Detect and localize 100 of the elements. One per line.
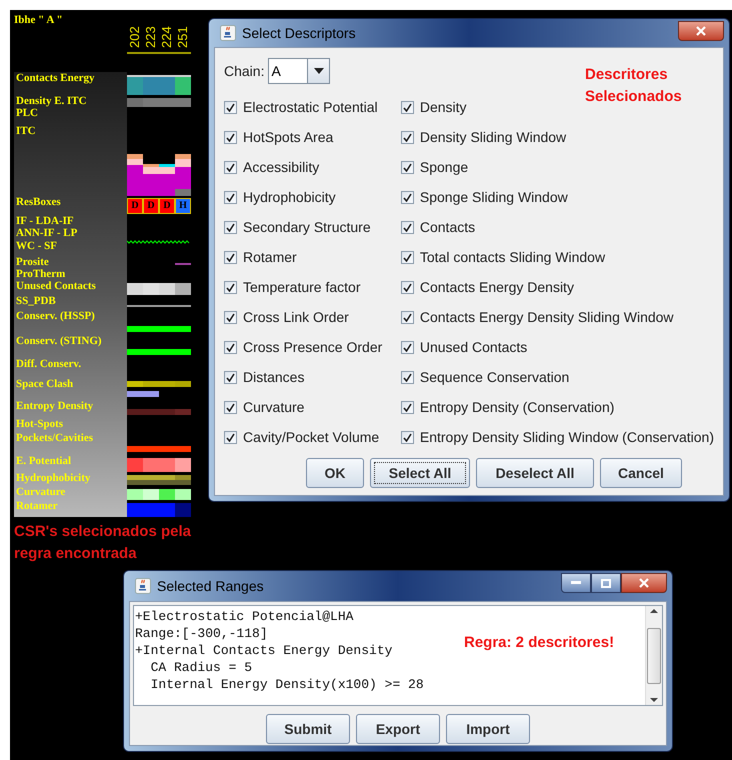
checkbox-label: HotSpots Area (243, 128, 334, 147)
checkbox[interactable] (400, 400, 414, 414)
checkbox[interactable] (224, 310, 237, 324)
close-icon (696, 26, 706, 36)
checkbox-label: Entropy Density (Conservation) (420, 398, 614, 417)
scroll-up-icon (650, 609, 658, 613)
checkbox-label: Entropy Density Sliding Window (Conservation) (420, 428, 714, 447)
close-icon (639, 578, 649, 588)
checkbox-label: Density (420, 98, 467, 117)
checkbox[interactable] (400, 340, 414, 354)
dialog-button[interactable]: Select All (370, 458, 470, 488)
column-label: 251 (175, 25, 191, 48)
dialog-button[interactable]: Import (446, 714, 530, 744)
track-label: ProTherm (15, 268, 66, 280)
check-icon (402, 342, 412, 352)
checkbox-label: Rotamer (243, 248, 297, 266)
dialog-button[interactable]: Cancel (600, 458, 682, 488)
track-label: Conserv. (HSSP) (15, 310, 95, 322)
residue-box: D (127, 198, 143, 214)
checkbox[interactable] (400, 100, 414, 114)
check-icon (226, 342, 235, 352)
maximize-icon (601, 578, 611, 588)
checkbox-label: Accessibility (243, 158, 320, 177)
checkbox[interactable] (400, 190, 414, 204)
track-label: Unused Contacts (15, 280, 96, 292)
checkbox[interactable] (400, 370, 414, 384)
check-icon (226, 372, 235, 382)
residue-box: H (175, 198, 191, 214)
wave-line (127, 240, 191, 244)
checkbox[interactable] (224, 370, 237, 384)
close-button[interactable] (678, 21, 724, 41)
window-title: Selected Ranges (157, 576, 264, 596)
text-line: +Electrostatic Potencial@LHA (135, 608, 354, 625)
checkbox[interactable] (400, 430, 414, 444)
checkbox[interactable] (224, 100, 237, 114)
track-label: PLC (15, 107, 38, 119)
check-icon (402, 192, 412, 202)
checkbox[interactable] (224, 130, 237, 144)
checkbox-label: Curvature (243, 398, 304, 416)
scrollbar[interactable] (645, 606, 662, 705)
track-label: Diff. Conserv. (15, 358, 82, 370)
stacked-bars-drawing (127, 154, 191, 196)
chain-dropdown[interactable]: A (268, 58, 330, 84)
track-label: SS_PDB (15, 295, 56, 307)
dialog-button[interactable]: OK (306, 458, 364, 488)
checkbox[interactable] (400, 280, 414, 294)
annotation-text: Descritores Selecionados (585, 65, 683, 107)
checkbox[interactable] (400, 310, 414, 324)
check-icon (226, 252, 235, 262)
track-label: ResBoxes (15, 196, 61, 208)
track-label: Conserv. (STING) (15, 335, 102, 347)
checkbox[interactable] (224, 400, 237, 414)
checkbox[interactable] (400, 250, 414, 264)
java-cup-icon (220, 25, 236, 41)
track-label: Curvature (15, 486, 66, 498)
track-label: Space Clash (15, 378, 74, 390)
minimize-button[interactable] (561, 573, 591, 593)
checkbox-label: Density Sliding Window (420, 128, 566, 147)
residue-box: D (159, 198, 175, 214)
track-label: Pockets/Cavities (15, 432, 93, 444)
dialog-button[interactable]: Submit (266, 714, 350, 744)
check-icon (402, 282, 412, 292)
checkbox[interactable] (224, 250, 237, 264)
checkbox-label: Total contacts Sliding Window (420, 248, 606, 267)
check-icon (402, 312, 412, 322)
checkbox-label: Sponge Sliding Window (420, 188, 568, 207)
checkbox-label: Cross Link Order (243, 308, 349, 326)
annotation-text: CSR's selecionados pela regra encontrada (14, 522, 192, 564)
checkbox-label: Cross Presence Order (243, 338, 382, 356)
check-icon (226, 102, 235, 112)
checkbox[interactable] (224, 340, 237, 354)
checkbox-label: Unused Contacts (420, 338, 528, 356)
checkbox[interactable] (224, 280, 237, 294)
track-label: ITC (15, 125, 36, 137)
track-label: Prosite (15, 256, 49, 268)
dialog-button[interactable]: Export (356, 714, 440, 744)
checkbox[interactable] (224, 430, 237, 444)
checkbox[interactable] (224, 220, 237, 234)
check-icon (226, 402, 235, 412)
track-label: E. Potential (15, 455, 71, 467)
checkbox-label: Electrostatic Potential (243, 98, 378, 116)
check-icon (226, 312, 235, 322)
checkbox[interactable] (400, 160, 414, 174)
checkbox-label: Contacts (420, 218, 476, 236)
checkbox[interactable] (224, 190, 237, 204)
checkbox[interactable] (400, 130, 414, 144)
track-label: IF - LDA-IF (15, 215, 74, 227)
checkbox-label: Sequence Conservation (420, 368, 570, 387)
checkbox-label: Distances (243, 368, 304, 386)
dialog-button[interactable]: Deselect All (476, 458, 594, 488)
checkbox[interactable] (224, 160, 237, 174)
check-icon (402, 432, 412, 442)
check-icon (226, 222, 235, 232)
track-label: Contacts Energy (15, 72, 95, 84)
checkbox[interactable] (400, 220, 414, 234)
text-area[interactable]: +Electrostatic Potencial@LHA Range:[-300,-118] +Internal Contacts Energy Density CA Radius = 5 Internal Energy Density(x100) >= 28 Regra: 2 descritores! (133, 605, 663, 706)
text-line: Internal Energy Density(x100) >= 28 (150, 676, 424, 693)
check-icon (226, 192, 235, 202)
maximize-button[interactable] (591, 573, 621, 593)
close-button[interactable] (621, 573, 667, 593)
